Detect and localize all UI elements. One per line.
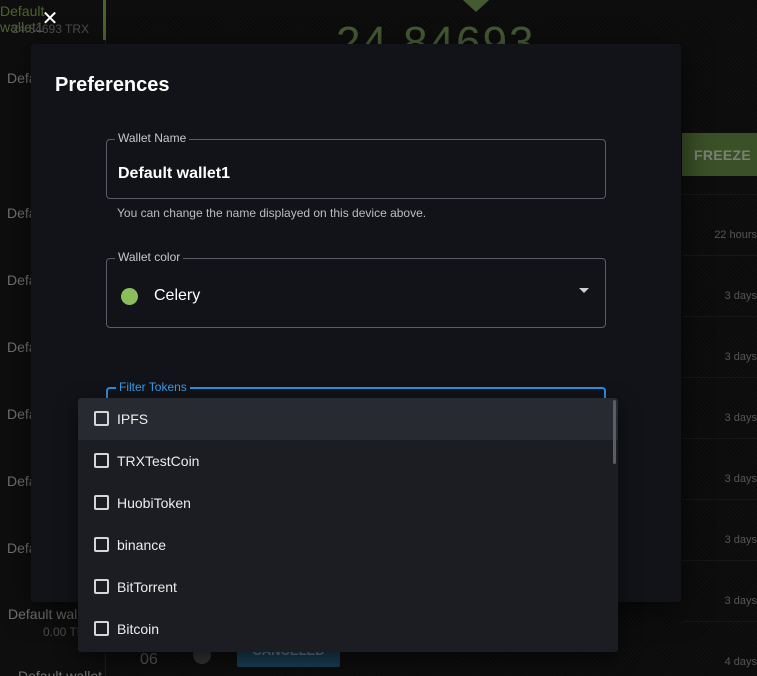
wallet-color-value: Celery [154,287,201,304]
wallet-name-input[interactable]: Default wallet1 [118,165,230,183]
chevron-down-icon[interactable] [579,288,589,293]
wallet-color-select[interactable]: Wallet color Celery [106,250,606,328]
checkbox[interactable] [94,621,109,636]
menu-item-label: IPFS [117,411,149,427]
menu-item-bitcoin[interactable]: Bitcoin [78,608,618,650]
menu-item-label: TRXTestCoin [117,453,200,469]
checkbox[interactable] [94,453,109,468]
color-swatch [121,288,138,305]
filter-tokens-menu: IPFS TRXTestCoin HuobiToken binance BitT… [78,398,618,652]
checkbox[interactable] [94,495,109,510]
wallet-name-field[interactable]: Wallet Name Default wallet1 [106,131,606,199]
menu-item-binance[interactable]: binance [78,524,618,566]
checkbox[interactable] [94,579,109,594]
wallet-name-helper: You can change the name displayed on thi… [117,206,427,220]
menu-scrollbar[interactable] [613,400,616,464]
menu-item-huobitoken[interactable]: HuobiToken [78,482,618,524]
wallet-color-label: Wallet color [115,250,184,264]
menu-item-trxtestcoin[interactable]: TRXTestCoin [78,440,618,482]
close-icon[interactable]: ✕ [40,9,60,29]
menu-item-label: BitTorrent [117,579,177,595]
filter-tokens-label: Filter Tokens [116,380,190,394]
menu-item-bittorrent[interactable]: BitTorrent [78,566,618,608]
menu-item-label: Bitcoin [117,621,160,637]
menu-item-ipfs[interactable]: IPFS [78,398,618,440]
checkbox[interactable] [94,537,109,552]
menu-item-label: binance [117,537,167,553]
menu-item-label: HuobiToken [117,495,191,511]
checkbox[interactable] [94,411,109,426]
wallet-name-label: Wallet Name [115,131,190,145]
dialog-title: Preferences [55,74,170,96]
